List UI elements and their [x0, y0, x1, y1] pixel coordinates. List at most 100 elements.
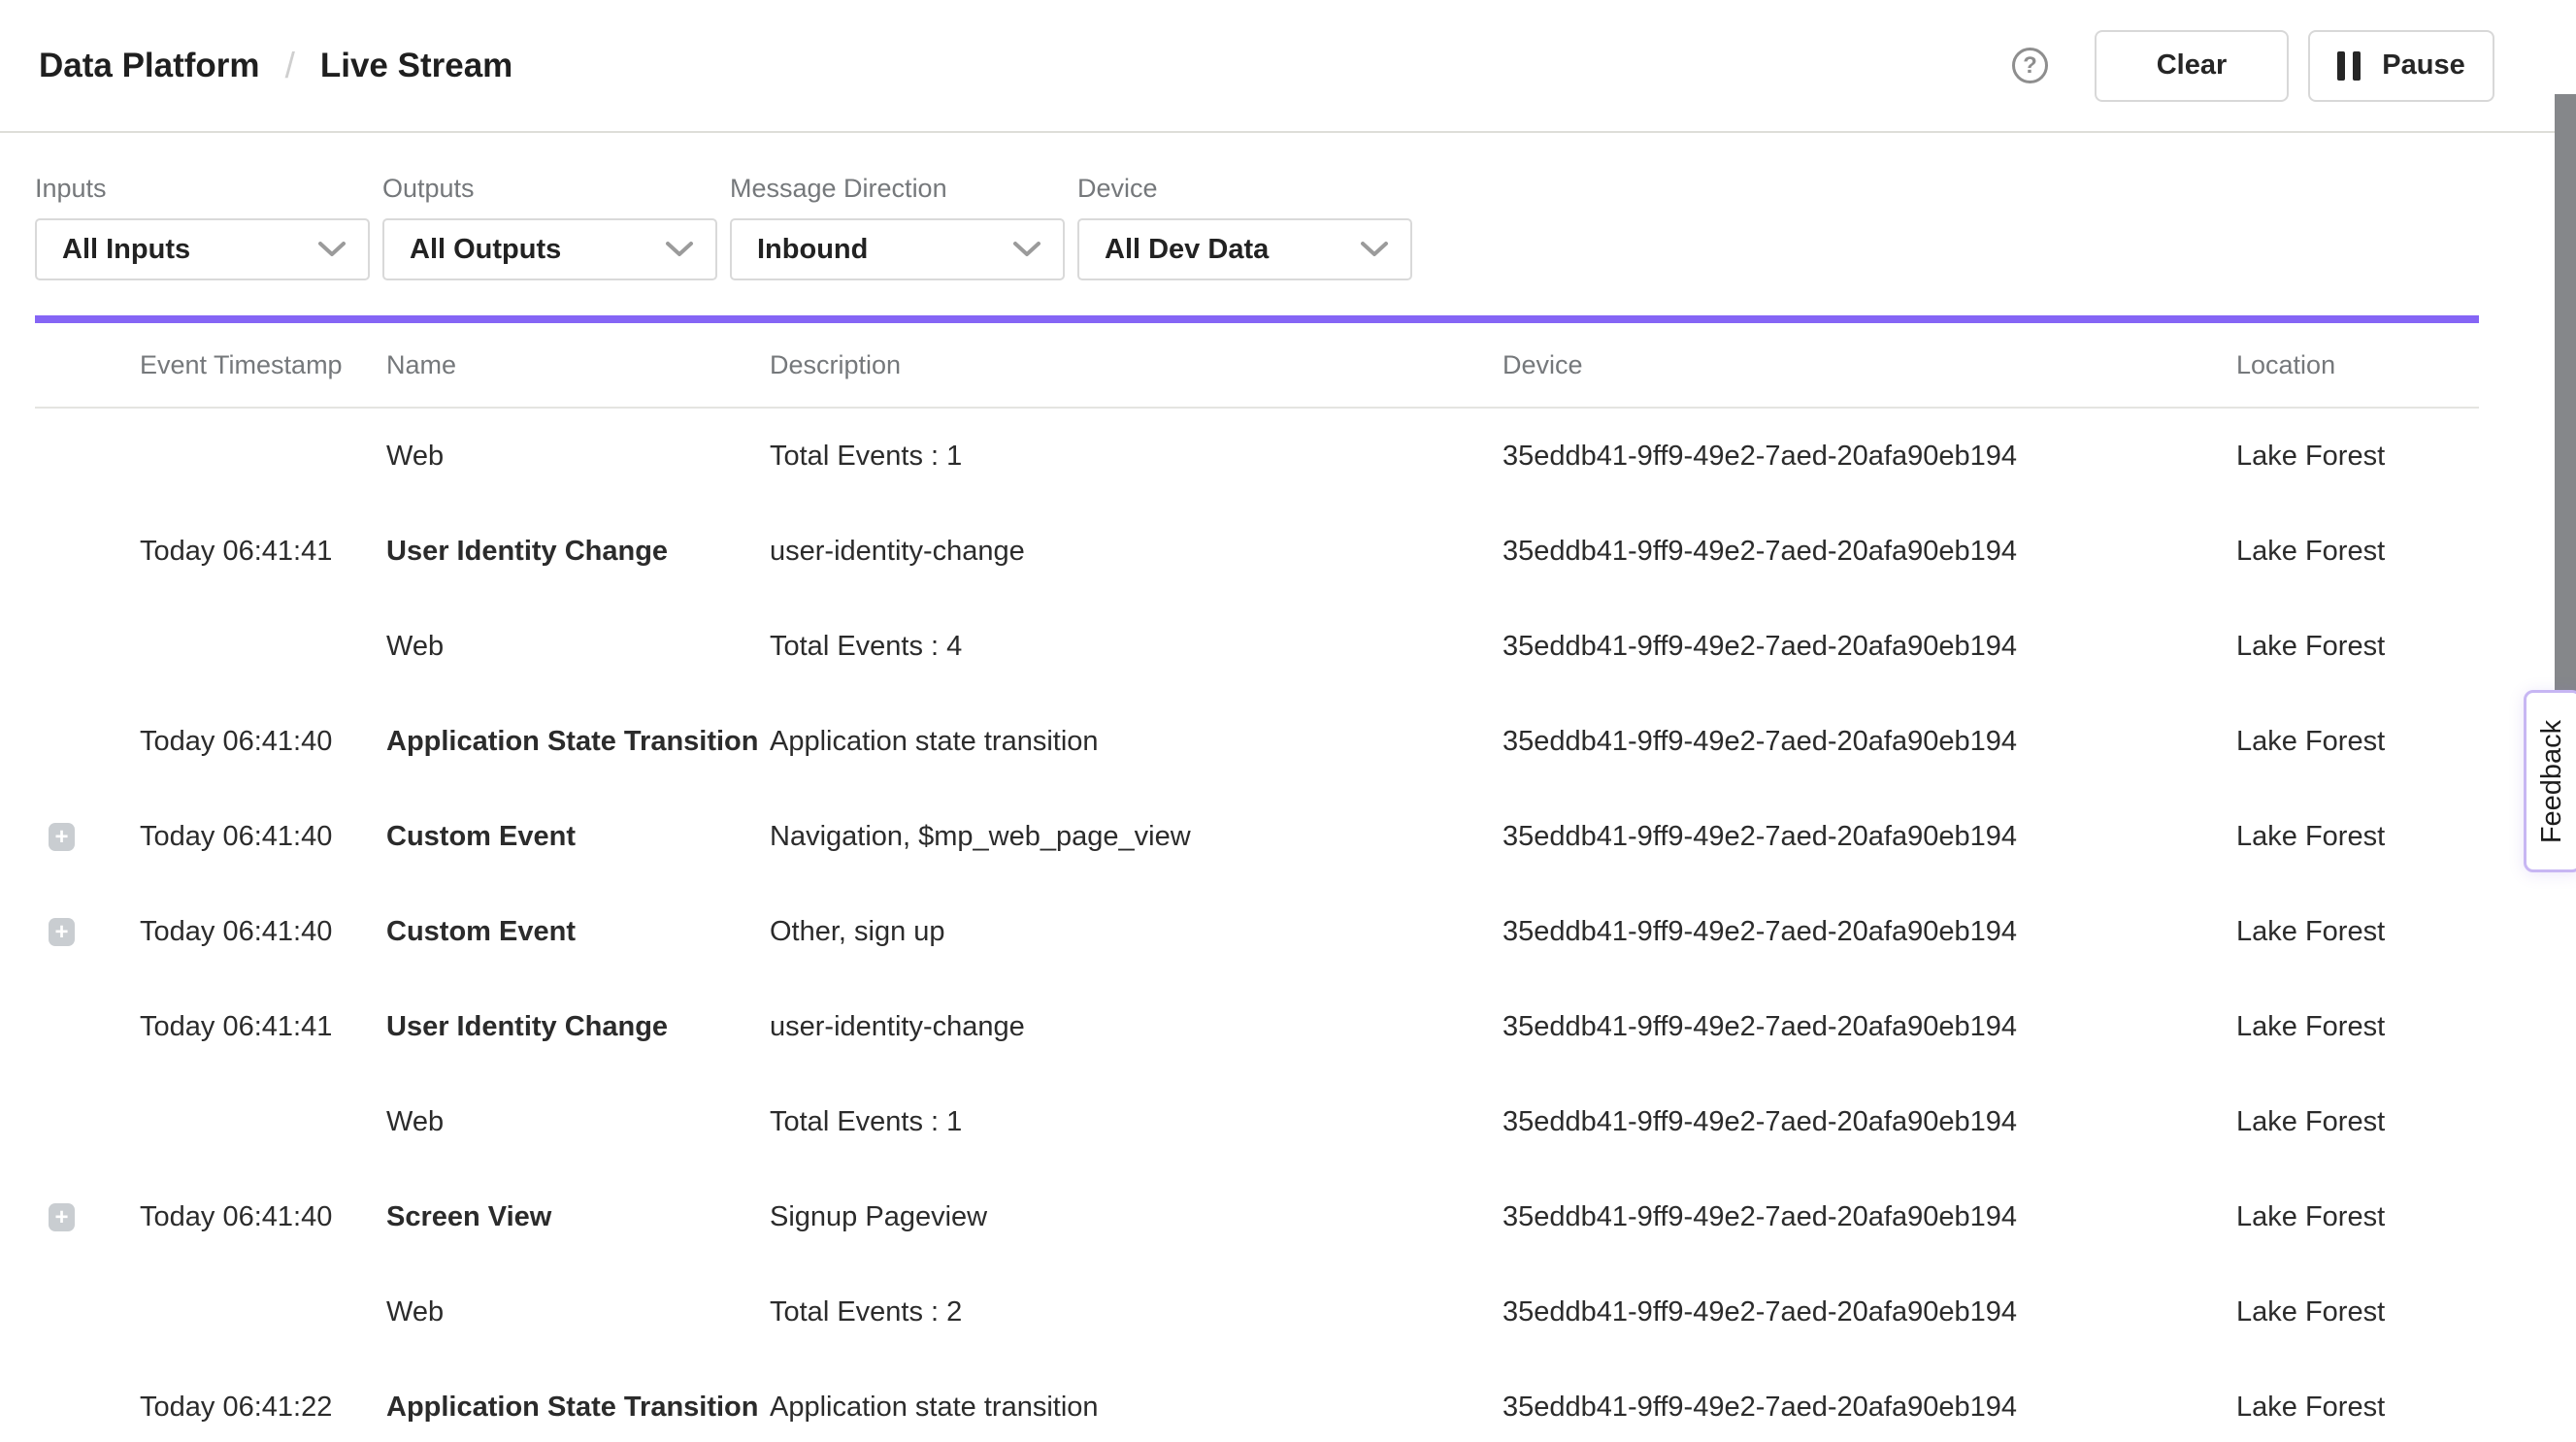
table-row[interactable]: + Today 06:41:40 Custom Event Navigation…	[35, 789, 2479, 884]
cell-location: Lake Forest	[2232, 631, 2479, 663]
cell-description: user-identity-change	[766, 536, 1499, 568]
cell-name: Web	[382, 441, 766, 473]
cell-device: 35eddb41-9ff9-49e2-7aed-20afa90eb194	[1499, 536, 2232, 568]
cell-device: 35eddb41-9ff9-49e2-7aed-20afa90eb194	[1499, 821, 2232, 853]
expand-cell: +	[35, 1203, 136, 1231]
table-row[interactable]: + Today 06:41:41 User Identity Change us…	[35, 979, 2479, 1074]
cell-location: Lake Forest	[2232, 821, 2479, 853]
device-dropdown-value: All Dev Data	[1105, 234, 1360, 266]
outputs-dropdown-value: All Outputs	[410, 234, 665, 266]
message-direction-dropdown[interactable]: Inbound	[730, 218, 1065, 280]
table-header-row: Event Timestamp Name Description Device …	[35, 323, 2479, 409]
cell-device: 35eddb41-9ff9-49e2-7aed-20afa90eb194	[1499, 1201, 2232, 1233]
filter-inputs: Inputs All Inputs	[35, 174, 370, 280]
message-direction-dropdown-value: Inbound	[757, 234, 1012, 266]
cell-description: Total Events : 4	[766, 631, 1499, 663]
outputs-dropdown[interactable]: All Outputs	[382, 218, 717, 280]
expand-cell: +	[35, 823, 136, 851]
cell-description: Total Events : 1	[766, 1106, 1499, 1138]
table-row[interactable]: + Web Total Events : 2 35eddb41-9ff9-49e…	[35, 1264, 2479, 1360]
clear-button[interactable]: Clear	[2095, 30, 2289, 102]
breadcrumb-separator: /	[285, 46, 295, 86]
cell-event-timestamp: Today 06:41:40	[136, 726, 382, 758]
column-header-event-timestamp: Event Timestamp	[136, 350, 382, 380]
column-header-name: Name	[382, 350, 766, 380]
cell-device: 35eddb41-9ff9-49e2-7aed-20afa90eb194	[1499, 1296, 2232, 1328]
scrollbar-thumb[interactable]	[2555, 94, 2576, 691]
inputs-dropdown[interactable]: All Inputs	[35, 218, 370, 280]
cell-location: Lake Forest	[2232, 1392, 2479, 1424]
column-header-device: Device	[1499, 350, 2232, 380]
feedback-tab-label: Feedback	[2537, 719, 2569, 842]
cell-location: Lake Forest	[2232, 1106, 2479, 1138]
expand-cell: +	[35, 1298, 136, 1327]
expand-plus-icon[interactable]: +	[49, 918, 75, 946]
expand-cell: +	[35, 1108, 136, 1136]
expand-plus-icon[interactable]: +	[49, 823, 75, 851]
column-header-description: Description	[766, 350, 1499, 380]
help-icon[interactable]: ?	[2012, 48, 2048, 83]
filter-outputs: Outputs All Outputs	[382, 174, 717, 280]
expand-cell: +	[35, 633, 136, 661]
table-row[interactable]: + Web Total Events : 1 35eddb41-9ff9-49e…	[35, 409, 2479, 504]
cell-event-timestamp: Today 06:41:41	[136, 536, 382, 568]
cell-device: 35eddb41-9ff9-49e2-7aed-20afa90eb194	[1499, 1106, 2232, 1138]
cell-name: Screen View	[382, 1201, 766, 1233]
expand-plus-icon[interactable]: +	[49, 1203, 75, 1231]
breadcrumb-section-data-platform[interactable]: Data Platform	[39, 47, 260, 85]
table-row[interactable]: + Today 06:41:22 Application State Trans…	[35, 1360, 2479, 1442]
cell-name: Web	[382, 631, 766, 663]
table-row[interactable]: + Today 06:41:40 Custom Event Other, sig…	[35, 884, 2479, 979]
inputs-dropdown-value: All Inputs	[62, 234, 317, 266]
cell-device: 35eddb41-9ff9-49e2-7aed-20afa90eb194	[1499, 916, 2232, 948]
filter-outputs-label: Outputs	[382, 174, 717, 204]
table-row[interactable]: + Web Total Events : 4 35eddb41-9ff9-49e…	[35, 599, 2479, 694]
live-stream-page: Data Platform / Live Stream ? Clear Paus…	[0, 0, 2576, 1442]
table-body: + Web Total Events : 1 35eddb41-9ff9-49e…	[35, 409, 2479, 1442]
cell-location: Lake Forest	[2232, 1011, 2479, 1043]
cell-location: Lake Forest	[2232, 916, 2479, 948]
cell-device: 35eddb41-9ff9-49e2-7aed-20afa90eb194	[1499, 1011, 2232, 1043]
cell-description: Other, sign up	[766, 916, 1499, 948]
chevron-down-icon	[1360, 241, 1389, 258]
cell-name: Application State Transition	[382, 1392, 766, 1424]
cell-device: 35eddb41-9ff9-49e2-7aed-20afa90eb194	[1499, 726, 2232, 758]
cell-name: Custom Event	[382, 821, 766, 853]
cell-name: User Identity Change	[382, 1011, 766, 1043]
cell-event-timestamp: Today 06:41:40	[136, 821, 382, 853]
chevron-down-icon	[1012, 241, 1041, 258]
cell-event-timestamp: Today 06:41:22	[136, 1392, 382, 1424]
table-row[interactable]: + Today 06:41:41 User Identity Change us…	[35, 504, 2479, 599]
breadcrumb-page-live-stream: Live Stream	[320, 47, 512, 85]
table-row[interactable]: + Today 06:41:40 Screen View Signup Page…	[35, 1169, 2479, 1264]
cell-event-timestamp: Today 06:41:41	[136, 1011, 382, 1043]
pause-button-label: Pause	[2382, 49, 2464, 82]
column-header-location: Location	[2232, 350, 2479, 380]
table-row[interactable]: + Web Total Events : 1 35eddb41-9ff9-49e…	[35, 1074, 2479, 1169]
pause-icon	[2337, 51, 2361, 81]
cell-event-timestamp: Today 06:41:40	[136, 916, 382, 948]
cell-description: Signup Pageview	[766, 1201, 1499, 1233]
device-dropdown[interactable]: All Dev Data	[1077, 218, 1412, 280]
table-row[interactable]: + Today 06:41:40 Application State Trans…	[35, 694, 2479, 789]
events-table: Event Timestamp Name Description Device …	[35, 323, 2479, 1442]
cell-location: Lake Forest	[2232, 726, 2479, 758]
cell-name: Web	[382, 1106, 766, 1138]
cell-name: User Identity Change	[382, 536, 766, 568]
pause-button[interactable]: Pause	[2308, 30, 2494, 102]
expand-cell: +	[35, 442, 136, 471]
filter-inputs-label: Inputs	[35, 174, 370, 204]
filter-device: Device All Dev Data	[1077, 174, 1412, 280]
breadcrumb: Data Platform / Live Stream	[39, 46, 512, 86]
chevron-down-icon	[317, 241, 347, 258]
feedback-tab[interactable]: Feedback	[2524, 690, 2576, 872]
cell-description: Application state transition	[766, 1392, 1499, 1424]
filter-message-direction: Message Direction Inbound	[730, 174, 1065, 280]
cell-event-timestamp: Today 06:41:40	[136, 1201, 382, 1233]
expand-cell: +	[35, 728, 136, 756]
filter-message-direction-label: Message Direction	[730, 174, 1065, 204]
cell-name: Application State Transition	[382, 726, 766, 758]
cell-location: Lake Forest	[2232, 1296, 2479, 1328]
page-header: Data Platform / Live Stream ? Clear Paus…	[0, 0, 2576, 133]
cell-description: Total Events : 2	[766, 1296, 1499, 1328]
